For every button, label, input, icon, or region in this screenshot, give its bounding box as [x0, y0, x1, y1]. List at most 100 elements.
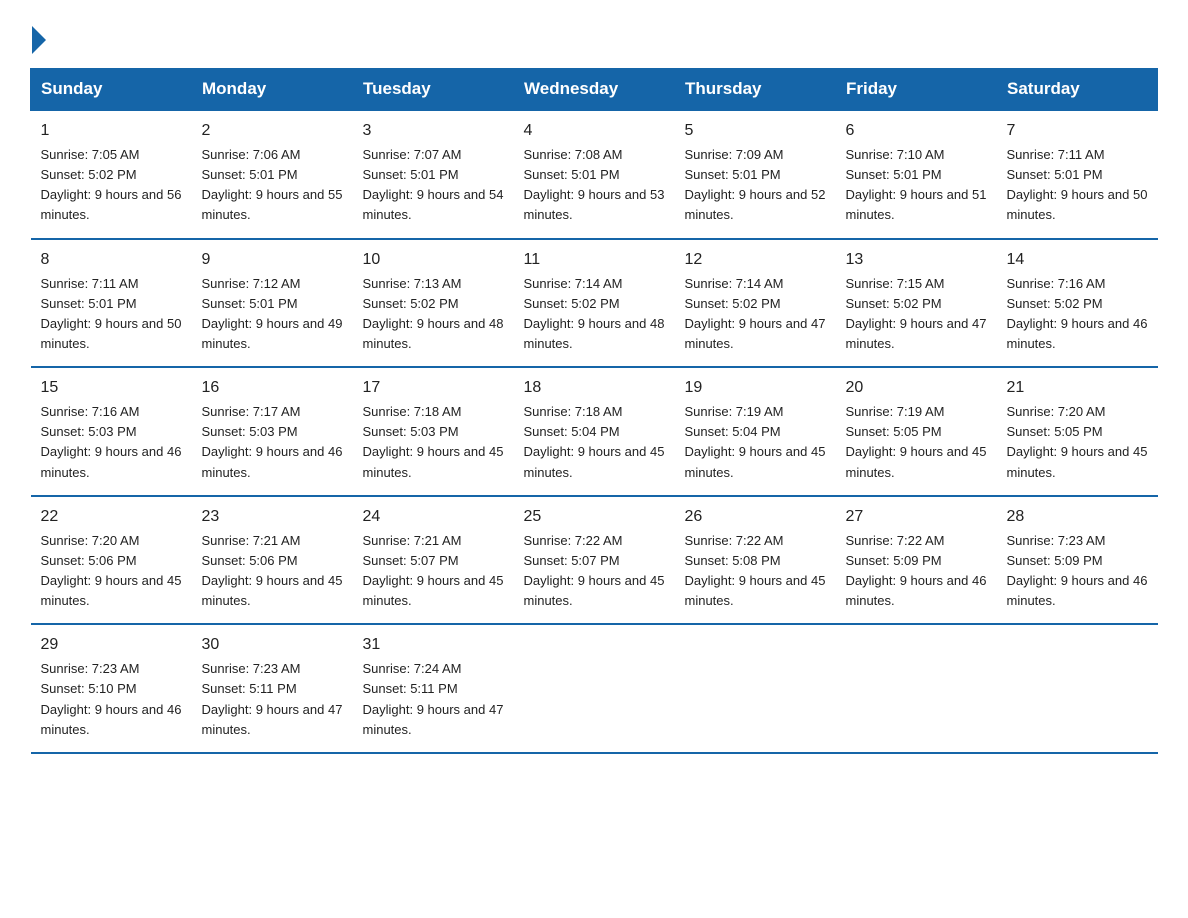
day-info: Sunrise: 7:22 AMSunset: 5:09 PMDaylight:… — [846, 531, 987, 612]
day-number: 28 — [1007, 505, 1148, 529]
day-info: Sunrise: 7:16 AMSunset: 5:03 PMDaylight:… — [41, 402, 182, 483]
calendar-cell: 18Sunrise: 7:18 AMSunset: 5:04 PMDayligh… — [514, 367, 675, 496]
calendar-cell: 8Sunrise: 7:11 AMSunset: 5:01 PMDaylight… — [31, 239, 192, 368]
day-info: Sunrise: 7:20 AMSunset: 5:05 PMDaylight:… — [1007, 402, 1148, 483]
calendar-cell: 15Sunrise: 7:16 AMSunset: 5:03 PMDayligh… — [31, 367, 192, 496]
day-number: 29 — [41, 633, 182, 657]
weekday-header-sunday: Sunday — [31, 69, 192, 111]
calendar-cell: 7Sunrise: 7:11 AMSunset: 5:01 PMDaylight… — [997, 110, 1158, 239]
calendar-cell: 24Sunrise: 7:21 AMSunset: 5:07 PMDayligh… — [353, 496, 514, 625]
logo-triangle-icon — [32, 26, 46, 54]
calendar-cell: 20Sunrise: 7:19 AMSunset: 5:05 PMDayligh… — [836, 367, 997, 496]
day-number: 26 — [685, 505, 826, 529]
day-number: 4 — [524, 119, 665, 143]
calendar-cell: 10Sunrise: 7:13 AMSunset: 5:02 PMDayligh… — [353, 239, 514, 368]
day-number: 20 — [846, 376, 987, 400]
day-number: 2 — [202, 119, 343, 143]
day-number: 5 — [685, 119, 826, 143]
calendar-cell: 11Sunrise: 7:14 AMSunset: 5:02 PMDayligh… — [514, 239, 675, 368]
day-info: Sunrise: 7:13 AMSunset: 5:02 PMDaylight:… — [363, 274, 504, 355]
day-info: Sunrise: 7:23 AMSunset: 5:11 PMDaylight:… — [202, 659, 343, 740]
day-number: 14 — [1007, 248, 1148, 272]
day-number: 12 — [685, 248, 826, 272]
day-info: Sunrise: 7:15 AMSunset: 5:02 PMDaylight:… — [846, 274, 987, 355]
weekday-header-monday: Monday — [192, 69, 353, 111]
day-info: Sunrise: 7:23 AMSunset: 5:10 PMDaylight:… — [41, 659, 182, 740]
calendar-cell: 23Sunrise: 7:21 AMSunset: 5:06 PMDayligh… — [192, 496, 353, 625]
weekday-header-thursday: Thursday — [675, 69, 836, 111]
calendar-cell: 9Sunrise: 7:12 AMSunset: 5:01 PMDaylight… — [192, 239, 353, 368]
calendar-cell: 3Sunrise: 7:07 AMSunset: 5:01 PMDaylight… — [353, 110, 514, 239]
calendar-week-row: 1Sunrise: 7:05 AMSunset: 5:02 PMDaylight… — [31, 110, 1158, 239]
day-number: 15 — [41, 376, 182, 400]
calendar-cell: 29Sunrise: 7:23 AMSunset: 5:10 PMDayligh… — [31, 624, 192, 753]
day-number: 8 — [41, 248, 182, 272]
day-number: 1 — [41, 119, 182, 143]
calendar-cell: 19Sunrise: 7:19 AMSunset: 5:04 PMDayligh… — [675, 367, 836, 496]
calendar-cell — [514, 624, 675, 753]
day-info: Sunrise: 7:14 AMSunset: 5:02 PMDaylight:… — [524, 274, 665, 355]
calendar-cell: 27Sunrise: 7:22 AMSunset: 5:09 PMDayligh… — [836, 496, 997, 625]
day-info: Sunrise: 7:22 AMSunset: 5:07 PMDaylight:… — [524, 531, 665, 612]
day-info: Sunrise: 7:19 AMSunset: 5:04 PMDaylight:… — [685, 402, 826, 483]
day-number: 21 — [1007, 376, 1148, 400]
day-info: Sunrise: 7:11 AMSunset: 5:01 PMDaylight:… — [1007, 145, 1148, 226]
logo — [30, 24, 46, 50]
day-number: 16 — [202, 376, 343, 400]
weekday-header-wednesday: Wednesday — [514, 69, 675, 111]
day-info: Sunrise: 7:18 AMSunset: 5:03 PMDaylight:… — [363, 402, 504, 483]
day-number: 24 — [363, 505, 504, 529]
header — [30, 24, 1158, 50]
calendar-cell: 30Sunrise: 7:23 AMSunset: 5:11 PMDayligh… — [192, 624, 353, 753]
day-info: Sunrise: 7:08 AMSunset: 5:01 PMDaylight:… — [524, 145, 665, 226]
day-info: Sunrise: 7:12 AMSunset: 5:01 PMDaylight:… — [202, 274, 343, 355]
day-number: 22 — [41, 505, 182, 529]
calendar-week-row: 8Sunrise: 7:11 AMSunset: 5:01 PMDaylight… — [31, 239, 1158, 368]
day-info: Sunrise: 7:17 AMSunset: 5:03 PMDaylight:… — [202, 402, 343, 483]
day-number: 6 — [846, 119, 987, 143]
calendar-cell: 21Sunrise: 7:20 AMSunset: 5:05 PMDayligh… — [997, 367, 1158, 496]
calendar-week-row: 29Sunrise: 7:23 AMSunset: 5:10 PMDayligh… — [31, 624, 1158, 753]
day-number: 3 — [363, 119, 504, 143]
weekday-header-friday: Friday — [836, 69, 997, 111]
day-info: Sunrise: 7:06 AMSunset: 5:01 PMDaylight:… — [202, 145, 343, 226]
day-number: 17 — [363, 376, 504, 400]
calendar-cell: 22Sunrise: 7:20 AMSunset: 5:06 PMDayligh… — [31, 496, 192, 625]
calendar-cell — [997, 624, 1158, 753]
day-info: Sunrise: 7:11 AMSunset: 5:01 PMDaylight:… — [41, 274, 182, 355]
calendar-cell: 1Sunrise: 7:05 AMSunset: 5:02 PMDaylight… — [31, 110, 192, 239]
day-number: 13 — [846, 248, 987, 272]
day-info: Sunrise: 7:20 AMSunset: 5:06 PMDaylight:… — [41, 531, 182, 612]
calendar-week-row: 22Sunrise: 7:20 AMSunset: 5:06 PMDayligh… — [31, 496, 1158, 625]
day-number: 27 — [846, 505, 987, 529]
day-info: Sunrise: 7:16 AMSunset: 5:02 PMDaylight:… — [1007, 274, 1148, 355]
calendar-cell: 2Sunrise: 7:06 AMSunset: 5:01 PMDaylight… — [192, 110, 353, 239]
calendar-cell: 4Sunrise: 7:08 AMSunset: 5:01 PMDaylight… — [514, 110, 675, 239]
day-number: 23 — [202, 505, 343, 529]
day-info: Sunrise: 7:14 AMSunset: 5:02 PMDaylight:… — [685, 274, 826, 355]
calendar-cell: 13Sunrise: 7:15 AMSunset: 5:02 PMDayligh… — [836, 239, 997, 368]
weekday-header-tuesday: Tuesday — [353, 69, 514, 111]
weekday-header-saturday: Saturday — [997, 69, 1158, 111]
calendar-table: SundayMondayTuesdayWednesdayThursdayFrid… — [30, 68, 1158, 754]
day-number: 25 — [524, 505, 665, 529]
calendar-cell: 16Sunrise: 7:17 AMSunset: 5:03 PMDayligh… — [192, 367, 353, 496]
calendar-cell: 6Sunrise: 7:10 AMSunset: 5:01 PMDaylight… — [836, 110, 997, 239]
day-number: 30 — [202, 633, 343, 657]
calendar-cell: 31Sunrise: 7:24 AMSunset: 5:11 PMDayligh… — [353, 624, 514, 753]
calendar-cell: 25Sunrise: 7:22 AMSunset: 5:07 PMDayligh… — [514, 496, 675, 625]
day-info: Sunrise: 7:07 AMSunset: 5:01 PMDaylight:… — [363, 145, 504, 226]
day-info: Sunrise: 7:22 AMSunset: 5:08 PMDaylight:… — [685, 531, 826, 612]
day-number: 9 — [202, 248, 343, 272]
calendar-cell: 12Sunrise: 7:14 AMSunset: 5:02 PMDayligh… — [675, 239, 836, 368]
day-number: 7 — [1007, 119, 1148, 143]
day-info: Sunrise: 7:10 AMSunset: 5:01 PMDaylight:… — [846, 145, 987, 226]
calendar-cell: 28Sunrise: 7:23 AMSunset: 5:09 PMDayligh… — [997, 496, 1158, 625]
calendar-cell: 26Sunrise: 7:22 AMSunset: 5:08 PMDayligh… — [675, 496, 836, 625]
day-info: Sunrise: 7:21 AMSunset: 5:07 PMDaylight:… — [363, 531, 504, 612]
day-info: Sunrise: 7:19 AMSunset: 5:05 PMDaylight:… — [846, 402, 987, 483]
day-number: 10 — [363, 248, 504, 272]
day-number: 19 — [685, 376, 826, 400]
calendar-cell: 5Sunrise: 7:09 AMSunset: 5:01 PMDaylight… — [675, 110, 836, 239]
calendar-cell: 14Sunrise: 7:16 AMSunset: 5:02 PMDayligh… — [997, 239, 1158, 368]
